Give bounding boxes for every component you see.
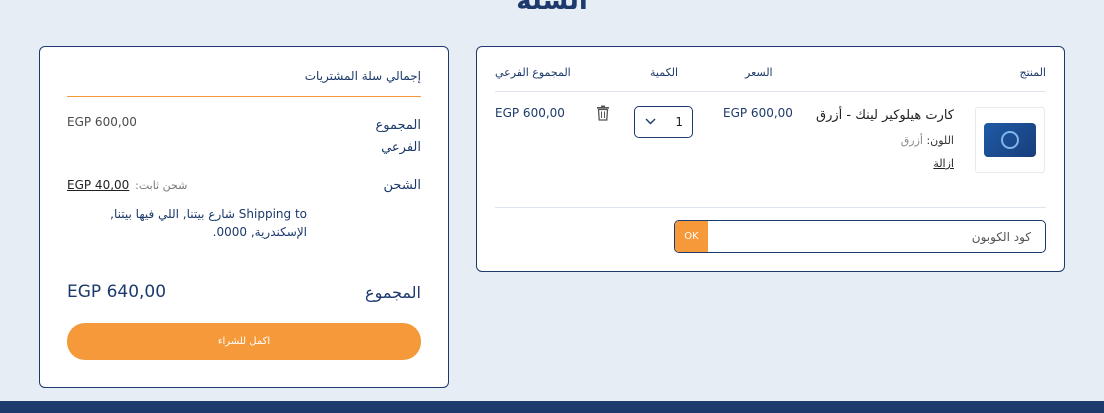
item-subtotal: EGP 600,00	[495, 106, 565, 120]
total-value: EGP 640,00	[67, 282, 167, 302]
column-header-product: المنتج	[1019, 66, 1046, 79]
subtotal-label: المجموع الفرعي	[375, 118, 421, 155]
remove-item-link[interactable]: ازالة	[933, 157, 954, 170]
column-header-subtotal: المجموع الفرعي	[495, 66, 571, 79]
product-color-value: أزرق	[900, 134, 923, 147]
apply-coupon-button[interactable]: OK	[675, 221, 708, 252]
product-color-label: اللون:	[926, 134, 954, 147]
page-title: السلة	[516, 0, 588, 16]
footer-bar	[0, 401, 1104, 413]
column-header-price: السعر	[745, 66, 773, 79]
product-image	[984, 123, 1036, 157]
divider	[495, 207, 1046, 208]
coupon-input[interactable]	[707, 221, 1045, 252]
item-price: EGP 600,00	[723, 106, 793, 120]
subtotal-value: EGP 600,00	[67, 115, 137, 129]
quantity-value: 1	[675, 115, 683, 129]
cart-totals-title: إجمالي سلة المشتريات	[304, 69, 421, 83]
divider	[67, 96, 421, 97]
shipping-amount: EGP 40,00	[67, 178, 130, 192]
cart-table-card: المنتج السعر الكمية المجموع الفرعي كارت …	[476, 46, 1065, 272]
coupon-form: OK	[674, 220, 1046, 253]
column-header-quantity: الكمية	[650, 66, 679, 79]
checkout-button[interactable]: اكمل للشراء	[67, 323, 421, 360]
shipping-address: Shipping to شارع بيتنا, اللي فيها بيتنا,…	[110, 207, 307, 239]
trash-icon[interactable]	[596, 105, 610, 121]
product-color: اللون: أزرق	[901, 134, 954, 147]
chevron-down-icon	[645, 117, 656, 128]
card-logo	[1001, 131, 1019, 149]
total-label: المجموع	[365, 283, 421, 302]
shipping-value: شحن ثابت: EGP 40,00	[67, 178, 187, 192]
shipping-method: شحن ثابت:	[135, 179, 188, 192]
cart-totals-card: إجمالي سلة المشتريات المجموع الفرعي EGP …	[39, 46, 449, 388]
divider	[495, 91, 1046, 92]
product-name[interactable]: كارت هيلوكير لينك - أزرق	[816, 108, 954, 123]
quantity-select[interactable]: 1	[634, 106, 693, 138]
shipping-label: الشحن	[383, 178, 421, 193]
product-thumbnail[interactable]	[975, 107, 1045, 173]
